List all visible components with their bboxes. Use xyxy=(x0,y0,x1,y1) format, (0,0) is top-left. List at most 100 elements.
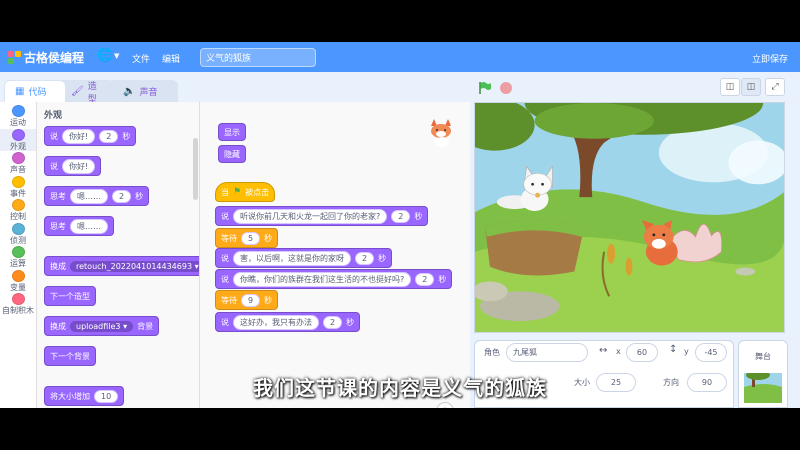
globe-icon[interactable]: 🌐 xyxy=(97,48,113,63)
block-text-input[interactable]: 这好办，我只有办法 xyxy=(233,314,319,330)
block-verb: 说 xyxy=(50,131,58,141)
category-dot xyxy=(11,222,25,235)
video-subtitle: 我们这节课的内容是义气的狐族 xyxy=(253,376,547,400)
say-for-secs-block[interactable]: 说 害，以后啊，这就是你的家呀 2 秒 xyxy=(215,248,393,268)
block-secs-input[interactable]: 2 xyxy=(323,315,343,329)
category-label: 外观 xyxy=(10,141,26,151)
block-verb: 说 xyxy=(221,253,229,263)
block-unit: 秒 xyxy=(346,317,355,327)
block-unit: 秒 xyxy=(264,233,273,243)
block-verb: 说 xyxy=(221,211,229,221)
category-events[interactable]: 事件 xyxy=(0,175,36,198)
next-costume-block[interactable]: 下一个造型 xyxy=(44,286,96,306)
switch-backdrop-block[interactable]: 换成 uploadfile3 ▾ 背景 xyxy=(44,316,160,336)
block-number-input[interactable]: 5 xyxy=(241,231,261,245)
y-arrows-icon: ↕ xyxy=(669,344,678,355)
block-text-input[interactable]: 你瞧，你们的族群在我们这生活的不也挺好吗? xyxy=(233,271,412,287)
category-looks[interactable]: 外观 xyxy=(0,128,36,151)
say-for-secs-block[interactable]: 说 你好! 2 秒 xyxy=(44,126,137,146)
category-control[interactable]: 控制 xyxy=(0,199,36,221)
block-secs-input[interactable]: 2 xyxy=(355,251,375,265)
block-verb: 说 xyxy=(221,317,229,327)
block-text-input[interactable]: 你好! xyxy=(62,158,96,174)
fullscreen-icon[interactable]: ⤢ xyxy=(765,78,785,96)
wait-block[interactable]: 等待 5 秒 xyxy=(215,228,279,248)
menu-file[interactable]: 文件 xyxy=(132,52,150,65)
palette-scrollbar[interactable] xyxy=(193,138,198,200)
hide-block[interactable]: 隐藏 xyxy=(218,145,246,163)
block-number-input[interactable]: 9 xyxy=(241,293,261,307)
backdrop-dropdown-value: uploadfile3 xyxy=(76,321,121,331)
category-sound[interactable]: 声音 xyxy=(0,152,36,174)
block-text-input[interactable]: 嗯…… xyxy=(70,218,108,234)
category-dot xyxy=(11,175,25,188)
y-input[interactable]: -45 xyxy=(695,343,727,362)
app-logo[interactable]: 古格侯编程 xyxy=(8,49,84,66)
category-dot xyxy=(11,246,25,258)
switch-costume-block[interactable]: 换成 retouch_2022041014434693 ▾ 造型 xyxy=(44,256,199,276)
category-dot xyxy=(11,269,25,282)
category-label: 变量 xyxy=(10,282,26,292)
next-backdrop-block[interactable]: 下一个背景 xyxy=(44,346,96,366)
block-verb: 说 xyxy=(50,161,58,171)
x-label: x xyxy=(616,347,621,356)
block-secs-input[interactable]: 2 xyxy=(415,272,435,286)
block-verb: 思考 xyxy=(50,221,66,231)
block-text-input[interactable]: 你好! xyxy=(62,128,96,144)
say-for-secs-block[interactable]: 说 听说你前几天和火龙一起回了你的老家? 2 秒 xyxy=(215,206,429,226)
say-for-secs-block[interactable]: 说 这好办，我只有办法 2 秒 xyxy=(215,312,361,332)
when-flag-clicked-block[interactable]: 当 ⚑ 被点击 xyxy=(215,182,276,202)
category-label: 事件 xyxy=(10,188,26,198)
think-for-secs-block[interactable]: 思考 嗯…… 2 秒 xyxy=(44,186,150,206)
block-suffix: 被点击 xyxy=(245,187,270,197)
backdrop-dropdown[interactable]: uploadfile3 ▾ xyxy=(70,320,134,332)
tab-code[interactable]: ▦ 代码 xyxy=(4,80,66,102)
category-my-blocks[interactable]: 自制积木 xyxy=(0,293,36,315)
tab-costumes-label: 造型 xyxy=(87,81,97,105)
x-arrows-icon: ↔ xyxy=(599,345,608,356)
category-label: 控制 xyxy=(10,212,26,221)
stage-canvas[interactable] xyxy=(474,102,785,333)
tab-sounds[interactable]: 🔈 声音 xyxy=(108,80,178,102)
chevron-down-icon[interactable]: ▼ xyxy=(114,52,119,60)
costume-dropdown-value: retouch_2022041014434693 xyxy=(76,261,193,271)
sprite-name-input[interactable] xyxy=(506,343,588,362)
category-label: 运动 xyxy=(10,118,26,127)
category-label: 自制积木 xyxy=(2,306,34,315)
category-dot xyxy=(11,152,25,164)
block-label: 显示 xyxy=(224,127,240,137)
category-sensing[interactable]: 侦测 xyxy=(0,222,36,245)
say-block[interactable]: 说 你好! xyxy=(44,156,102,176)
think-block[interactable]: 思考 嗯…… xyxy=(44,216,114,236)
costume-dropdown[interactable]: retouch_2022041014434693 ▾ xyxy=(70,260,199,272)
green-flag-icon[interactable] xyxy=(478,80,492,99)
block-text-input[interactable]: 嗯…… xyxy=(70,188,108,204)
logo-icon xyxy=(8,50,22,65)
say-for-secs-block[interactable]: 说 你瞧，你们的族群在我们这生活的不也挺好吗? 2 秒 xyxy=(215,269,453,289)
category-variables[interactable]: 变量 xyxy=(0,269,36,292)
category-label: 声音 xyxy=(10,165,26,174)
wait-block[interactable]: 等待 9 秒 xyxy=(215,290,279,310)
small-stage-button[interactable]: ◫ xyxy=(720,78,740,96)
palette-heading: 外观 xyxy=(44,111,63,121)
editor-window: 古格侯编程 🌐 ▼ 文件 编辑 立即保存 ▦ 代码 🖌 造型 🔈 声音 运动 外… xyxy=(0,42,800,408)
block-secs-input[interactable]: 2 xyxy=(391,209,411,223)
tab-sounds-label: 声音 xyxy=(139,88,158,98)
zoom-in-icon[interactable]: ⊕ xyxy=(436,402,454,408)
category-menu: 运动 外观 声音 事件 控制 侦测 运算 变量 自制积木 xyxy=(0,102,37,408)
block-secs-input[interactable]: 2 xyxy=(99,129,119,143)
stop-icon[interactable] xyxy=(500,82,512,94)
category-operators[interactable]: 运算 xyxy=(0,246,36,268)
project-title-input[interactable] xyxy=(200,48,316,67)
block-unit: 秒 xyxy=(414,211,423,221)
show-block[interactable]: 显示 xyxy=(218,123,246,141)
large-stage-button[interactable]: ◫ xyxy=(741,78,761,96)
block-text-input[interactable]: 害，以后啊，这就是你的家呀 xyxy=(233,250,351,266)
block-text-input[interactable]: 听说你前几天和火龙一起回了你的老家? xyxy=(233,208,388,224)
menu-edit[interactable]: 编辑 xyxy=(162,52,180,65)
block-secs-input[interactable]: 2 xyxy=(112,189,132,203)
save-now-button[interactable]: 立即保存 xyxy=(752,52,788,65)
script-workspace[interactable]: 显示 隐藏 当 ⚑ 被点击 说 听说你前几天和火龙一起回了你的老家? 2 秒 等… xyxy=(200,102,470,408)
x-input[interactable]: 60 xyxy=(626,343,658,362)
category-motion[interactable]: 运动 xyxy=(0,105,36,127)
